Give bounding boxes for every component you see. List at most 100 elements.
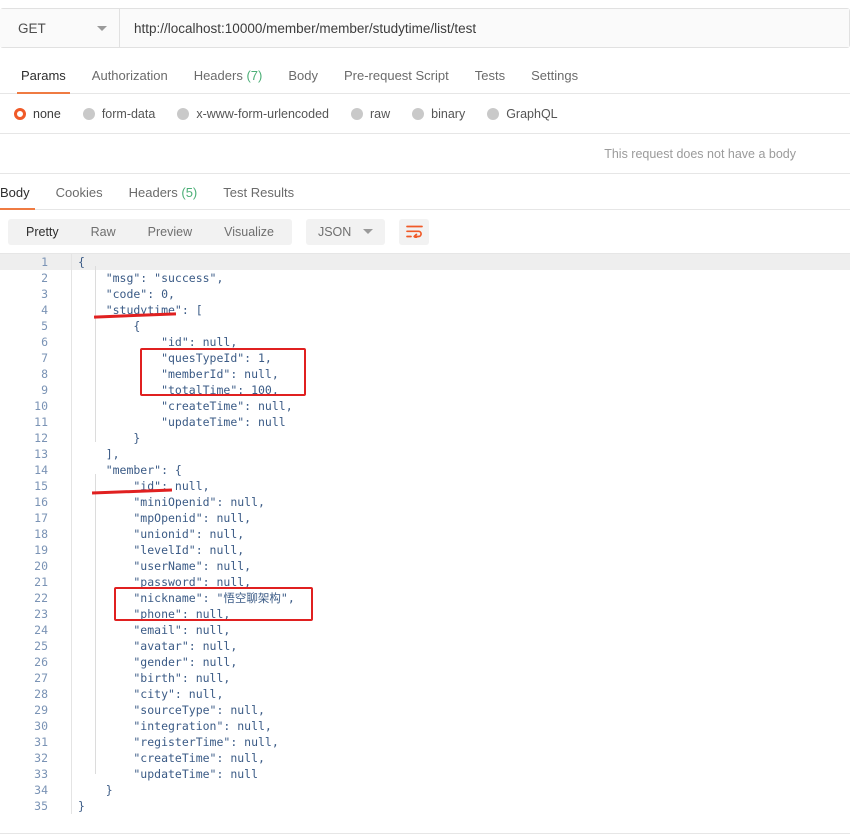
fold-rail (58, 638, 72, 654)
fold-rail (58, 414, 72, 430)
tab-body[interactable]: Body (275, 68, 331, 93)
line-number: 22 (34, 591, 48, 605)
line-number: 23 (34, 607, 48, 621)
fold-rail (58, 430, 72, 446)
code-line: 15 "id": null, (0, 478, 850, 494)
fold-rail (58, 702, 72, 718)
code-line: 12 } (0, 430, 850, 446)
http-method-label: GET (18, 20, 46, 36)
tab-pre-request-script[interactable]: Pre-request Script (331, 68, 462, 93)
code-text: "updateTime": null (78, 767, 259, 781)
code-line: 27 "birth": null, (0, 670, 850, 686)
line-number: 21 (34, 575, 48, 589)
body-type-binary[interactable]: binary (412, 107, 465, 121)
line-number: 33 (34, 767, 48, 781)
body-type-raw-label: raw (370, 106, 391, 121)
code-text: "sourceType": null, (78, 703, 265, 717)
line-number: 7 (41, 351, 48, 365)
code-line: 6 "id": null, (0, 334, 850, 350)
tab-tests[interactable]: Tests (462, 68, 518, 93)
code-text: "userName": null, (78, 559, 252, 573)
code-line: 11 "updateTime": null (0, 414, 850, 430)
response-tabs: Body Cookies Headers (5) Test Results (0, 174, 850, 210)
http-method-select[interactable]: GET (0, 9, 120, 47)
code-line: 7 "quesTypeId": 1, (0, 350, 850, 366)
body-type-raw[interactable]: raw (351, 107, 390, 121)
code-text: "miniOpenid": null, (78, 495, 265, 509)
code-text: "mpOpenid": null, (78, 511, 252, 525)
request-url-group: GET http://localhost:10000/member/member… (0, 8, 850, 48)
code-text: { (78, 255, 85, 269)
request-url-input[interactable]: http://localhost:10000/member/member/stu… (120, 9, 849, 47)
code-line: 26 "gender": null, (0, 654, 850, 670)
fold-rail (58, 766, 72, 782)
view-mode-raw[interactable]: Raw (75, 219, 132, 245)
line-number: 24 (34, 623, 48, 637)
fold-rail (58, 334, 72, 350)
fold-rail (58, 462, 72, 478)
response-tab-body[interactable]: Body (0, 185, 43, 210)
tab-authorization[interactable]: Authorization (79, 68, 181, 93)
view-mode-preview[interactable]: Preview (132, 219, 208, 245)
chevron-down-icon (97, 25, 107, 31)
code-text: "avatar": null, (78, 639, 238, 653)
tab-settings[interactable]: Settings (518, 68, 591, 93)
fold-rail (58, 542, 72, 558)
body-type-form-data[interactable]: form-data (82, 107, 155, 121)
fold-rail (58, 510, 72, 526)
tab-params-label: Params (21, 68, 66, 83)
code-line: 20 "userName": null, (0, 558, 850, 574)
code-text: } (78, 799, 85, 813)
code-line: 5 { (0, 318, 850, 334)
body-type-graphql[interactable]: GraphQL (487, 107, 558, 121)
code-text: "updateTime": null (78, 415, 286, 429)
line-number: 30 (34, 719, 48, 733)
wrap-text-button[interactable] (399, 218, 430, 245)
line-number: 15 (34, 479, 48, 493)
view-mode-pretty[interactable]: Pretty (10, 219, 75, 245)
radio-icon (82, 107, 95, 120)
response-tab-headers[interactable]: Headers (5) (116, 185, 211, 209)
line-number: 13 (34, 447, 48, 461)
view-mode-visualize[interactable]: Visualize (208, 219, 290, 245)
fold-rail (58, 350, 72, 366)
response-tab-headers-label: Headers (128, 185, 178, 200)
wrap-text-icon (405, 225, 423, 238)
body-type-binary-label: binary (431, 106, 466, 121)
tab-headers[interactable]: Headers (7) (181, 68, 276, 93)
no-body-notice-row: This request does not have a body (0, 134, 850, 174)
code-text: "gender": null, (78, 655, 238, 669)
body-type-none[interactable]: none (14, 107, 61, 121)
response-body-viewer[interactable]: 1{2 "msg": "success", 3 "code": 0, 4 "stud… (0, 254, 850, 834)
fold-rail (58, 606, 72, 622)
fold-rail (58, 622, 72, 638)
response-format-select[interactable]: JSON (305, 218, 386, 245)
line-number: 3 (41, 287, 48, 301)
fold-rail (58, 286, 72, 302)
code-text: "id": null, (78, 335, 238, 349)
response-tab-headers-count: (5) (181, 185, 198, 200)
fold-rail (58, 654, 72, 670)
view-mode-pretty-label: Pretty (26, 224, 59, 239)
line-number: 19 (34, 543, 48, 557)
fold-rail (58, 318, 72, 334)
response-tab-cookies[interactable]: Cookies (43, 185, 116, 209)
tab-params[interactable]: Params (8, 68, 79, 94)
fold-rail (58, 254, 72, 270)
fold-rail (58, 478, 72, 494)
fold-rail (58, 750, 72, 766)
body-type-urlencoded[interactable]: x-www-form-urlencoded (177, 107, 329, 121)
code-line: 10 "createTime": null, (0, 398, 850, 414)
tab-settings-label: Settings (531, 68, 579, 83)
body-type-none-label: none (33, 106, 61, 121)
radio-icon (14, 107, 26, 120)
code-line: 2 "msg": "success", (0, 270, 850, 286)
code-text: "id": null, (78, 479, 210, 493)
line-number: 29 (34, 703, 48, 717)
response-tab-test-results[interactable]: Test Results (210, 185, 307, 209)
code-line: 31 "registerTime": null, (0, 734, 850, 750)
code-line: 35} (0, 798, 850, 814)
tab-tests-label: Tests (474, 68, 506, 83)
line-number: 1 (41, 255, 48, 269)
fold-rail (58, 270, 72, 286)
